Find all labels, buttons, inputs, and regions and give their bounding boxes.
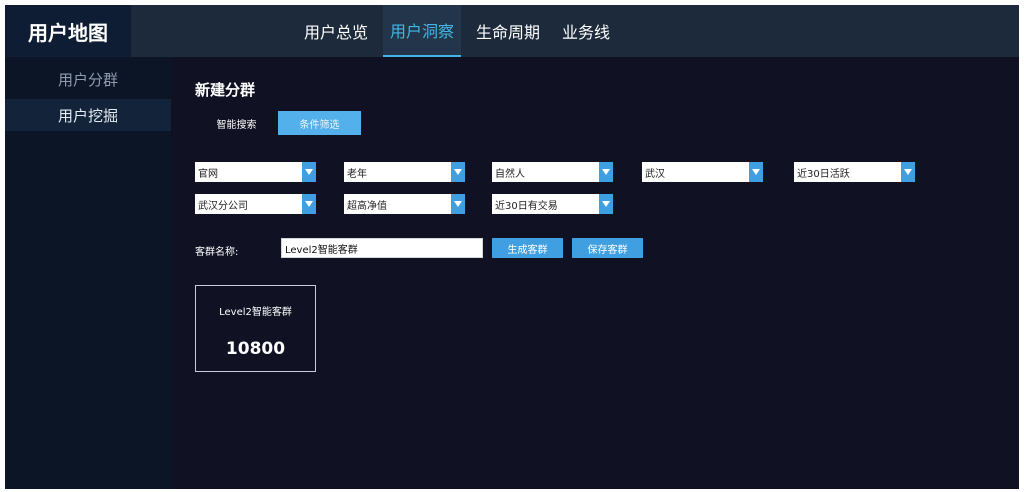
activity-select[interactable]: 近30日活跃 <box>794 162 915 182</box>
chevron-down-icon[interactable] <box>901 162 915 182</box>
customer-type-select[interactable]: 自然人 <box>492 162 613 182</box>
tab-condition-filter[interactable]: 条件筛选 <box>278 111 361 135</box>
net-worth-select[interactable]: 超高净值 <box>344 194 465 214</box>
chevron-down-icon[interactable] <box>302 162 316 182</box>
age-select[interactable]: 老年 <box>344 162 465 182</box>
branch-select[interactable]: 武汉分公司 <box>195 194 316 214</box>
group-name-label: 客群名称: <box>195 247 239 258</box>
city-select[interactable]: 武汉 <box>642 162 763 182</box>
channel-select[interactable]: 官网 <box>195 162 316 182</box>
top-nav: 用户总览 用户洞察 生命周期 业务线 <box>297 5 625 57</box>
app-title: 用户地图 <box>5 5 131 57</box>
chevron-down-icon[interactable] <box>599 162 613 182</box>
transaction-select[interactable]: 近30日有交易 <box>492 194 613 214</box>
tab-lifecycle[interactable]: 生命周期 <box>469 5 547 57</box>
chevron-down-icon[interactable] <box>302 194 316 214</box>
select-value: 官网 <box>198 168 218 180</box>
generate-group-button[interactable]: 生成客群 <box>492 238 563 258</box>
select-value: 武汉 <box>645 168 665 180</box>
select-value: 自然人 <box>495 168 525 180</box>
chevron-down-icon[interactable] <box>599 194 613 214</box>
app-window: 用户地图 用户总览 用户洞察 生命周期 业务线 用户分群 用户挖掘 新建分群 智… <box>5 5 1019 489</box>
result-card[interactable]: Level2智能客群 10800 <box>195 285 316 372</box>
chevron-down-icon[interactable] <box>749 162 763 182</box>
sidebar-item-user-mining[interactable]: 用户挖掘 <box>5 99 171 131</box>
mode-tabs: 智能搜索 条件筛选 <box>195 111 361 135</box>
chevron-down-icon[interactable] <box>451 162 465 182</box>
save-group-button[interactable]: 保存客群 <box>572 238 643 258</box>
card-count: 10800 <box>225 339 286 359</box>
group-name-input[interactable] <box>281 238 483 258</box>
tab-user-insight[interactable]: 用户洞察 <box>383 5 462 57</box>
page-title: 新建分群 <box>195 81 256 99</box>
select-value: 近30日活跃 <box>797 168 850 180</box>
tab-user-overview[interactable]: 用户总览 <box>297 5 375 57</box>
select-value: 超高净值 <box>347 200 387 212</box>
chevron-down-icon[interactable] <box>451 194 465 214</box>
tab-business-line[interactable]: 业务线 <box>555 5 617 57</box>
main-content: 新建分群 智能搜索 条件筛选 官网 老年 自然人 武汉 近30日活跃 武汉分公司… <box>171 57 1019 489</box>
tab-smart-search[interactable]: 智能搜索 <box>195 111 278 135</box>
select-value: 武汉分公司 <box>198 200 248 212</box>
card-title: Level2智能客群 <box>219 307 292 318</box>
select-value: 老年 <box>347 168 367 180</box>
select-value: 近30日有交易 <box>495 200 558 212</box>
top-header: 用户地图 用户总览 用户洞察 生命周期 业务线 <box>5 5 1019 57</box>
sidebar: 用户分群 用户挖掘 <box>5 57 171 489</box>
sidebar-item-user-segment[interactable]: 用户分群 <box>5 63 171 95</box>
